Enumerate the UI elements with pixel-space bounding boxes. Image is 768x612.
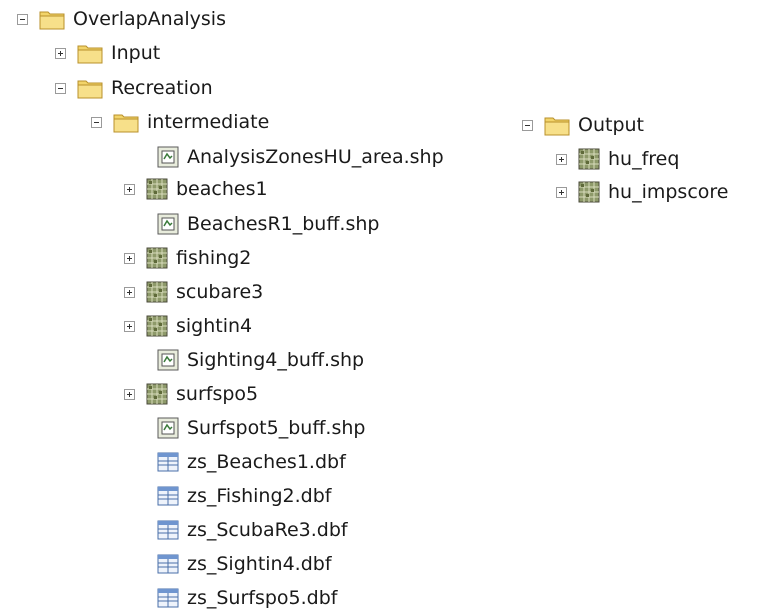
node-label: zs_Beaches1.dbf — [187, 451, 346, 473]
tree-node-table[interactable]: zs_Beaches1.dbf — [157, 449, 346, 475]
node-label: Recreation — [111, 77, 213, 99]
table-icon — [157, 588, 179, 608]
shapefile-icon — [157, 213, 179, 235]
node-label: Sighting4_buff.shp — [187, 349, 365, 371]
collapse-toggle[interactable] — [522, 119, 533, 131]
shapefile-icon — [157, 146, 179, 168]
tree-node-input[interactable]: Input — [55, 40, 160, 66]
raster-icon — [146, 281, 168, 303]
expand-toggle[interactable] — [124, 388, 135, 400]
node-label: AnalysisZonesHU_area.shp — [187, 146, 444, 168]
node-label: OverlapAnalysis — [73, 8, 226, 30]
table-icon — [157, 520, 179, 540]
node-label: Input — [111, 42, 161, 64]
raster-icon — [146, 247, 168, 269]
tree-node-raster[interactable]: fishing2 — [124, 245, 251, 271]
expand-toggle[interactable] — [124, 320, 135, 332]
folder-icon — [77, 77, 103, 99]
node-label: zs_Fishing2.dbf — [187, 485, 332, 507]
tree-node-raster[interactable]: sightin4 — [124, 313, 252, 339]
node-label: zs_Sightin4.dbf — [187, 553, 332, 575]
tree-node-raster[interactable]: surfspo5 — [124, 381, 258, 407]
tree-node-overlapanalysis[interactable]: OverlapAnalysis — [17, 6, 226, 32]
raster-icon — [146, 315, 168, 337]
node-label: intermediate — [147, 111, 270, 133]
collapse-toggle[interactable] — [17, 13, 28, 25]
tree-node-raster[interactable]: beaches1 — [124, 176, 268, 202]
collapse-toggle[interactable] — [55, 82, 66, 94]
tree-node-table[interactable]: zs_Surfspo5.dbf — [157, 585, 338, 611]
shapefile-icon — [157, 417, 179, 439]
node-label: beaches1 — [176, 178, 268, 200]
node-label: BeachesR1_buff.shp — [187, 213, 380, 235]
tree-node-raster[interactable]: scubare3 — [124, 279, 263, 305]
raster-icon — [146, 178, 168, 200]
node-label: hu_impscore — [608, 181, 729, 203]
tree-node-table[interactable]: zs_ScubaRe3.dbf — [157, 517, 348, 543]
collapse-toggle[interactable] — [91, 116, 102, 128]
table-icon — [157, 554, 179, 574]
node-label: Output — [578, 114, 644, 136]
expand-toggle[interactable] — [124, 183, 135, 195]
table-icon — [157, 486, 179, 506]
node-label: zs_ScubaRe3.dbf — [187, 519, 348, 541]
tree-node-table[interactable]: zs_Sightin4.dbf — [157, 551, 332, 577]
node-label: scubare3 — [176, 281, 264, 303]
tree-node-shapefile[interactable]: Surfspot5_buff.shp — [157, 415, 365, 441]
expand-toggle[interactable] — [556, 153, 567, 165]
table-icon — [157, 452, 179, 472]
folder-icon — [544, 114, 570, 136]
tree-node-output[interactable]: Output — [522, 112, 644, 138]
raster-icon — [578, 181, 600, 203]
folder-icon — [113, 111, 139, 133]
tree-node-intermediate[interactable]: intermediate — [91, 109, 269, 135]
tree-node-shapefile[interactable]: Sighting4_buff.shp — [157, 347, 364, 373]
tree-node-shapefile[interactable]: BeachesR1_buff.shp — [157, 211, 379, 237]
raster-icon — [578, 148, 600, 170]
tree-node-raster[interactable]: hu_freq — [556, 146, 679, 172]
tree-node-raster[interactable]: hu_impscore — [556, 179, 729, 205]
node-label: Surfspot5_buff.shp — [187, 417, 366, 439]
expand-toggle[interactable] — [556, 186, 567, 198]
folder-icon — [39, 8, 65, 30]
node-label: fishing2 — [176, 247, 252, 269]
tree-node-shapefile[interactable]: AnalysisZonesHU_area.shp — [157, 144, 444, 170]
node-label: hu_freq — [608, 148, 680, 170]
tree-node-table[interactable]: zs_Fishing2.dbf — [157, 483, 331, 509]
node-label: sightin4 — [176, 315, 253, 337]
expand-toggle[interactable] — [124, 286, 135, 298]
folder-icon — [77, 42, 103, 64]
expand-toggle[interactable] — [124, 252, 135, 264]
expand-toggle[interactable] — [55, 47, 66, 59]
shapefile-icon — [157, 349, 179, 371]
tree-node-recreation[interactable]: Recreation — [55, 75, 213, 101]
node-label: surfspo5 — [176, 383, 259, 405]
node-label: zs_Surfspo5.dbf — [187, 587, 338, 609]
raster-icon — [146, 383, 168, 405]
